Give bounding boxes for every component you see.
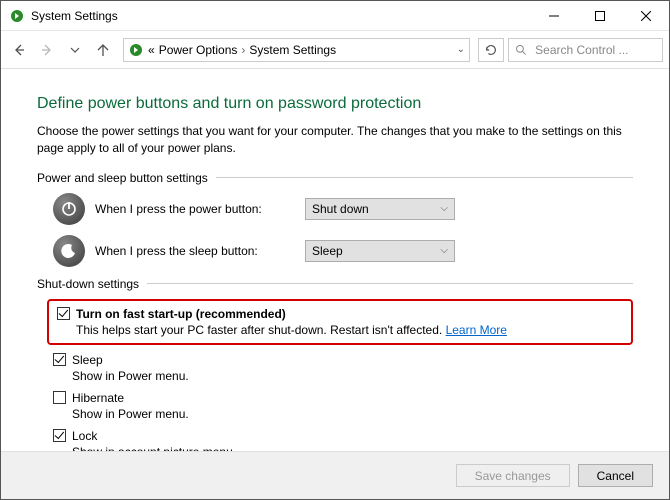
chevron-down-icon: ⌵	[440, 203, 448, 214]
power-icon	[53, 193, 85, 225]
window-controls	[531, 1, 669, 31]
breadcrumb-item[interactable]: System Settings	[249, 43, 336, 57]
fast-startup-option: Turn on fast start-up (recommended) This…	[57, 307, 623, 337]
sleep-checkbox[interactable]	[53, 353, 66, 366]
breadcrumb: « Power Options › System Settings ⌄	[148, 43, 465, 57]
maximize-button[interactable]	[577, 1, 623, 31]
power-options-icon	[9, 8, 25, 24]
save-changes-button: Save changes	[456, 464, 570, 487]
sleep-option: Sleep Show in Power menu.	[53, 353, 633, 383]
chevron-right-icon: ›	[241, 43, 245, 57]
learn-more-link[interactable]: Learn More	[446, 323, 507, 337]
sleep-button-label: When I press the sleep button:	[95, 244, 305, 258]
title-left: System Settings	[9, 8, 118, 24]
content-area: Define power buttons and turn on passwor…	[1, 69, 669, 451]
forward-button	[35, 38, 59, 62]
footer: Save changes Cancel	[1, 451, 669, 499]
lock-desc: Show in account picture menu	[72, 445, 633, 451]
divider	[216, 177, 633, 178]
power-options-icon	[128, 42, 144, 58]
divider	[147, 283, 633, 284]
hibernate-option: Hibernate Show in Power menu.	[53, 391, 633, 421]
sleep-title: Sleep	[72, 353, 103, 367]
sleep-desc: Show in Power menu.	[72, 369, 633, 383]
back-button[interactable]	[7, 38, 31, 62]
minimize-button[interactable]	[531, 1, 577, 31]
fast-startup-checkbox[interactable]	[57, 307, 70, 320]
search-icon	[515, 43, 527, 57]
fast-startup-desc: This helps start your PC faster after sh…	[76, 323, 623, 337]
chevron-down-icon[interactable]: ⌄	[457, 44, 465, 55]
shutdown-options-list: Sleep Show in Power menu. Hibernate Show…	[53, 353, 633, 451]
breadcrumb-prefix: «	[148, 43, 155, 57]
page-description: Choose the power settings that you want …	[37, 123, 633, 157]
select-value: Sleep	[312, 244, 343, 258]
refresh-button[interactable]	[478, 38, 504, 62]
window: System Settings	[0, 0, 670, 500]
section-shutdown-settings: Shut-down settings	[37, 277, 633, 291]
power-button-select[interactable]: Shut down ⌵	[305, 198, 455, 220]
titlebar: System Settings	[1, 1, 669, 31]
recent-dropdown[interactable]	[63, 38, 87, 62]
chevron-down-icon: ⌵	[440, 245, 448, 256]
hibernate-title: Hibernate	[72, 391, 124, 405]
sleep-icon	[53, 235, 85, 267]
sleep-button-select[interactable]: Sleep ⌵	[305, 240, 455, 262]
section-button-settings: Power and sleep button settings	[37, 171, 633, 185]
up-button[interactable]	[91, 38, 115, 62]
power-button-row: When I press the power button: Shut down…	[53, 193, 633, 225]
section-label: Shut-down settings	[37, 277, 139, 291]
hibernate-checkbox[interactable]	[53, 391, 66, 404]
highlight-fast-startup: Turn on fast start-up (recommended) This…	[47, 299, 633, 345]
fast-startup-title: Turn on fast start-up (recommended)	[76, 307, 286, 321]
sleep-button-row: When I press the sleep button: Sleep ⌵	[53, 235, 633, 267]
window-title: System Settings	[31, 9, 118, 23]
section-label: Power and sleep button settings	[37, 171, 208, 185]
address-bar[interactable]: « Power Options › System Settings ⌄	[123, 38, 470, 62]
select-value: Shut down	[312, 202, 369, 216]
cancel-button[interactable]: Cancel	[578, 464, 653, 487]
lock-checkbox[interactable]	[53, 429, 66, 442]
search-input[interactable]	[533, 42, 656, 58]
close-button[interactable]	[623, 1, 669, 31]
lock-title: Lock	[72, 429, 97, 443]
power-button-label: When I press the power button:	[95, 202, 305, 216]
navbar: « Power Options › System Settings ⌄	[1, 31, 669, 69]
search-box[interactable]	[508, 38, 663, 62]
lock-option: Lock Show in account picture menu	[53, 429, 633, 451]
hibernate-desc: Show in Power menu.	[72, 407, 633, 421]
page-title: Define power buttons and turn on passwor…	[37, 95, 633, 113]
breadcrumb-item[interactable]: Power Options	[159, 43, 238, 57]
